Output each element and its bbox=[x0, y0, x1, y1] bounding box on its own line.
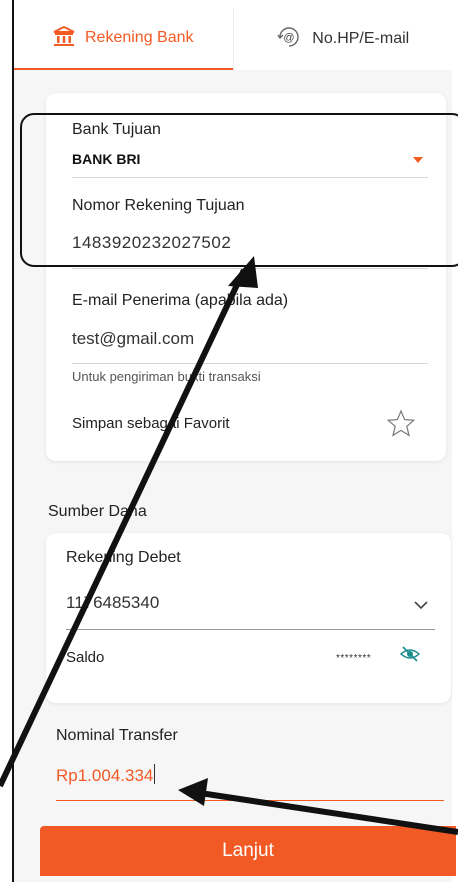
annotation-arrow-account bbox=[0, 268, 247, 788]
annotation-arrowhead-account bbox=[228, 256, 258, 288]
annotation-arrows bbox=[0, 256, 458, 835]
annotation-arrowhead-nominal bbox=[178, 778, 208, 806]
annotation-arrow-nominal bbox=[199, 790, 458, 835]
